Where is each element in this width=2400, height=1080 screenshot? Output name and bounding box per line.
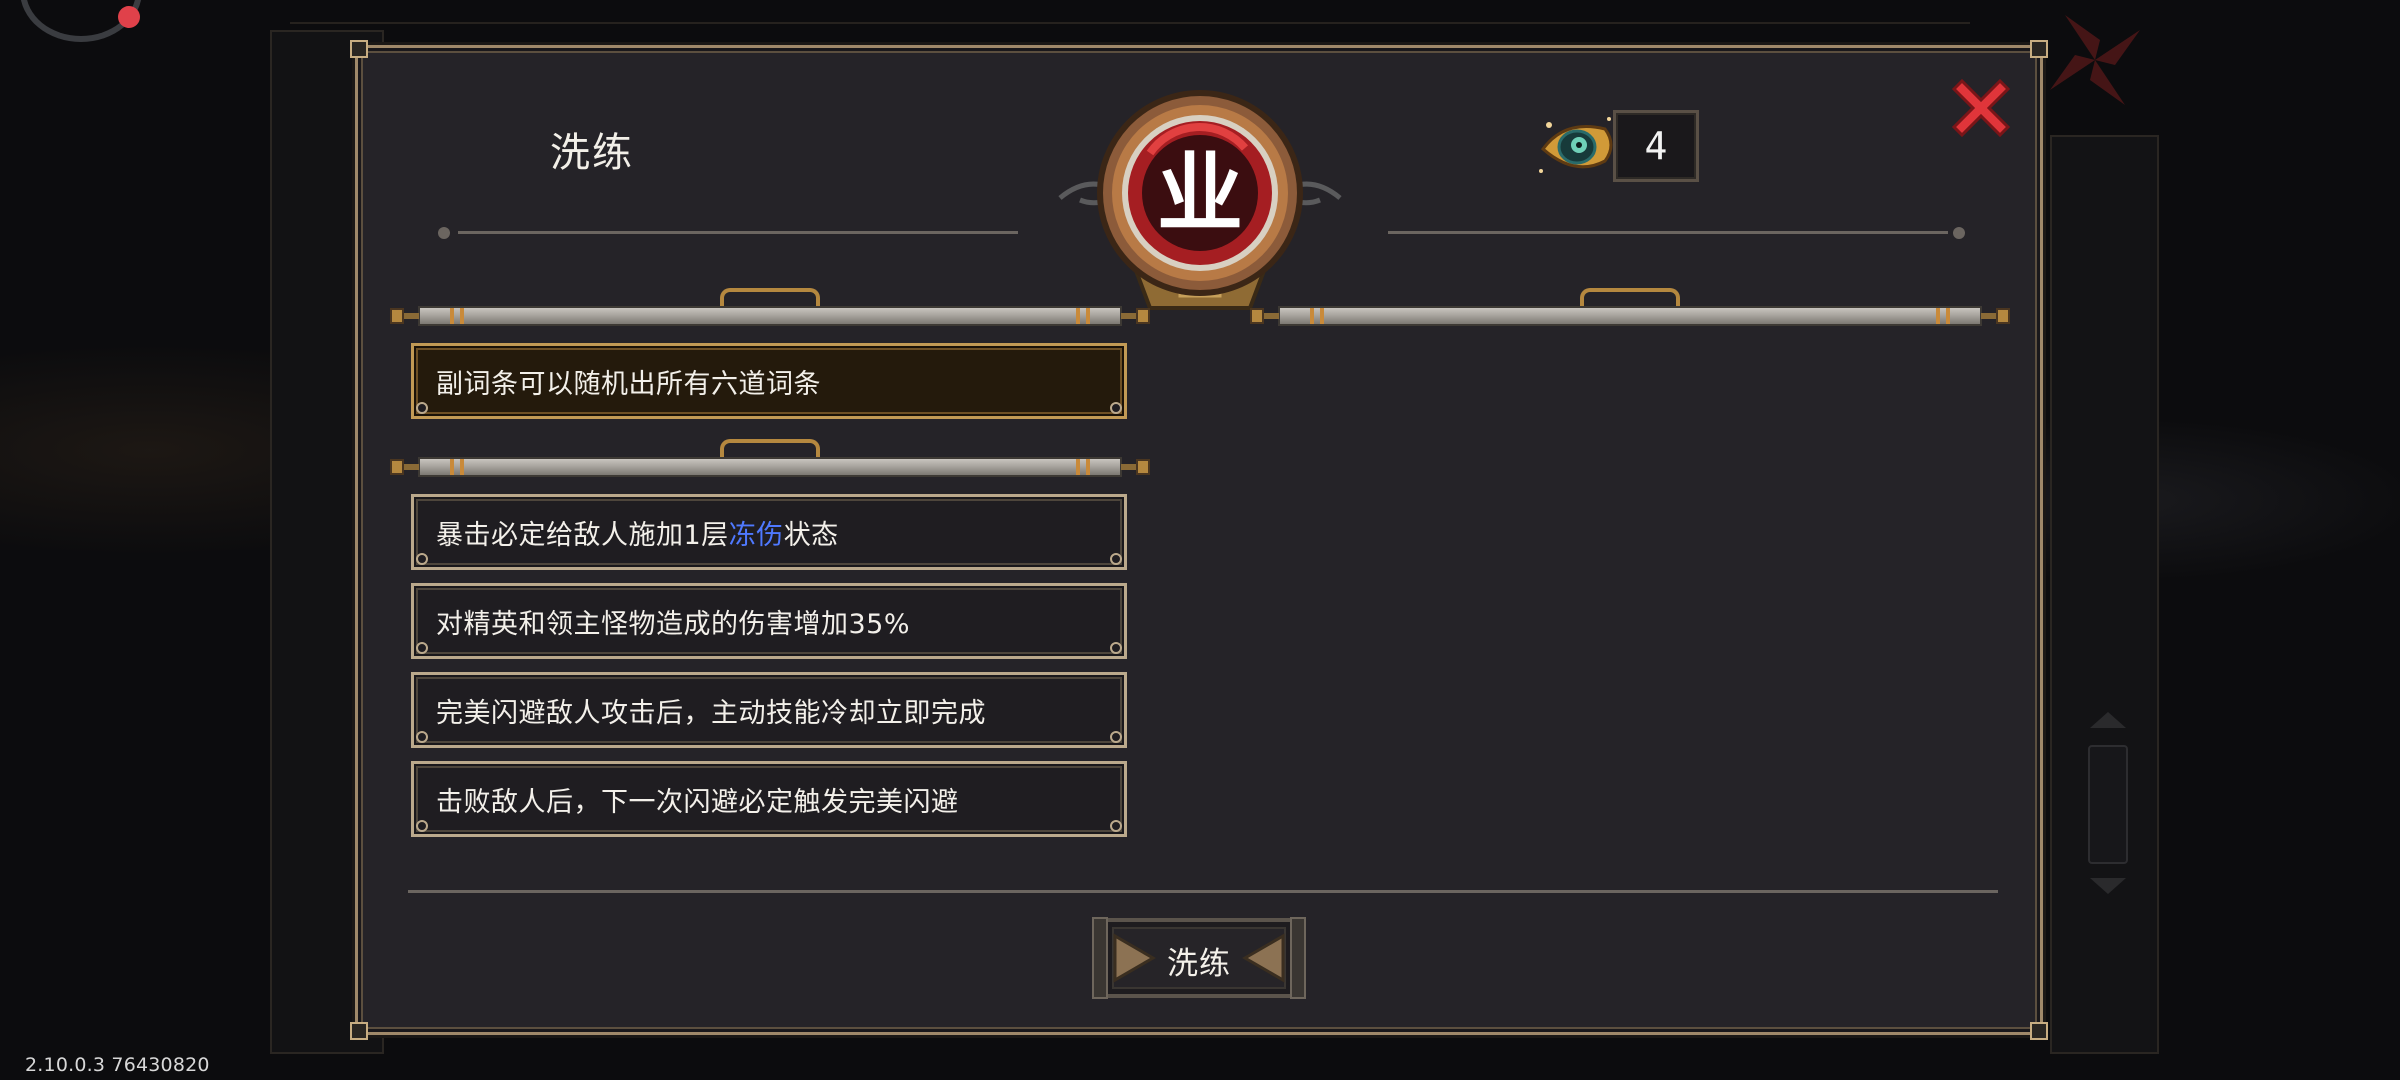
frame-corner xyxy=(2030,1022,2048,1040)
affix-text: 副词条可以随机出所有六道词条 xyxy=(436,368,821,400)
pinwheel-icon xyxy=(2050,15,2140,105)
affix-row[interactable]: 击败敌人后，下一次闪避必定触发完美闪避 xyxy=(411,761,1127,837)
scroll-rod xyxy=(390,288,1150,330)
affix-row[interactable]: 对精英和领主怪物造成的伤害增加35% xyxy=(411,583,1127,659)
frame-corner xyxy=(350,1022,368,1040)
affix-row[interactable]: 暴击必定给敌人施加1层冻伤状态 xyxy=(411,494,1127,570)
top-divider-right xyxy=(1388,231,1948,234)
eye-orb-icon xyxy=(1539,117,1613,173)
affix-text: 暴击必定给敌人施加1层冻伤状态 xyxy=(436,519,839,551)
scroll-rod xyxy=(390,439,1150,481)
currency-count: 4 xyxy=(1613,110,1699,182)
background-scroll-thumb xyxy=(2088,745,2128,864)
rod-handle xyxy=(1580,288,1680,306)
affix-row[interactable]: 副词条可以随机出所有六道词条 xyxy=(411,343,1127,419)
rod-handle xyxy=(720,439,820,457)
frame-corner xyxy=(350,40,368,58)
background-scroll-down-icon xyxy=(2090,878,2126,894)
affix-text: 击败敌人后，下一次闪避必定触发完美闪避 xyxy=(436,786,959,818)
top-divider-left xyxy=(458,231,1018,234)
divider-dot xyxy=(1953,227,1965,239)
karma-emblem-icon: 业 xyxy=(1058,90,1342,310)
reforge-currency: 4 xyxy=(1535,110,1699,182)
reforge-button[interactable]: 洗练 xyxy=(1085,908,1313,1008)
reforge-button-label: 洗练 xyxy=(1167,946,1231,982)
version-label: 2.10.0.3 76430820 xyxy=(25,1054,210,1076)
background-right-panel xyxy=(2050,135,2159,1054)
scroll-rod xyxy=(1250,288,2010,330)
background-scroll-up-icon xyxy=(2090,712,2126,728)
frame-corner xyxy=(2030,40,2048,58)
bottom-divider xyxy=(408,890,1998,893)
divider-dot xyxy=(438,227,450,239)
frostbite-keyword: 冻伤 xyxy=(728,519,784,551)
rod-handle xyxy=(720,288,820,306)
notification-dot-icon xyxy=(118,6,140,28)
dialog-title: 洗练 xyxy=(550,130,634,176)
emblem-glyph: 业 xyxy=(1157,144,1243,244)
affix-row[interactable]: 完美闪避敌人攻击后，主动技能冷却立即完成 xyxy=(411,672,1127,748)
close-x-icon[interactable] xyxy=(1948,75,2014,141)
affix-text: 对精英和领主怪物造成的伤害增加35% xyxy=(436,608,911,640)
affix-text: 完美闪避敌人攻击后，主动技能冷却立即完成 xyxy=(436,697,986,729)
